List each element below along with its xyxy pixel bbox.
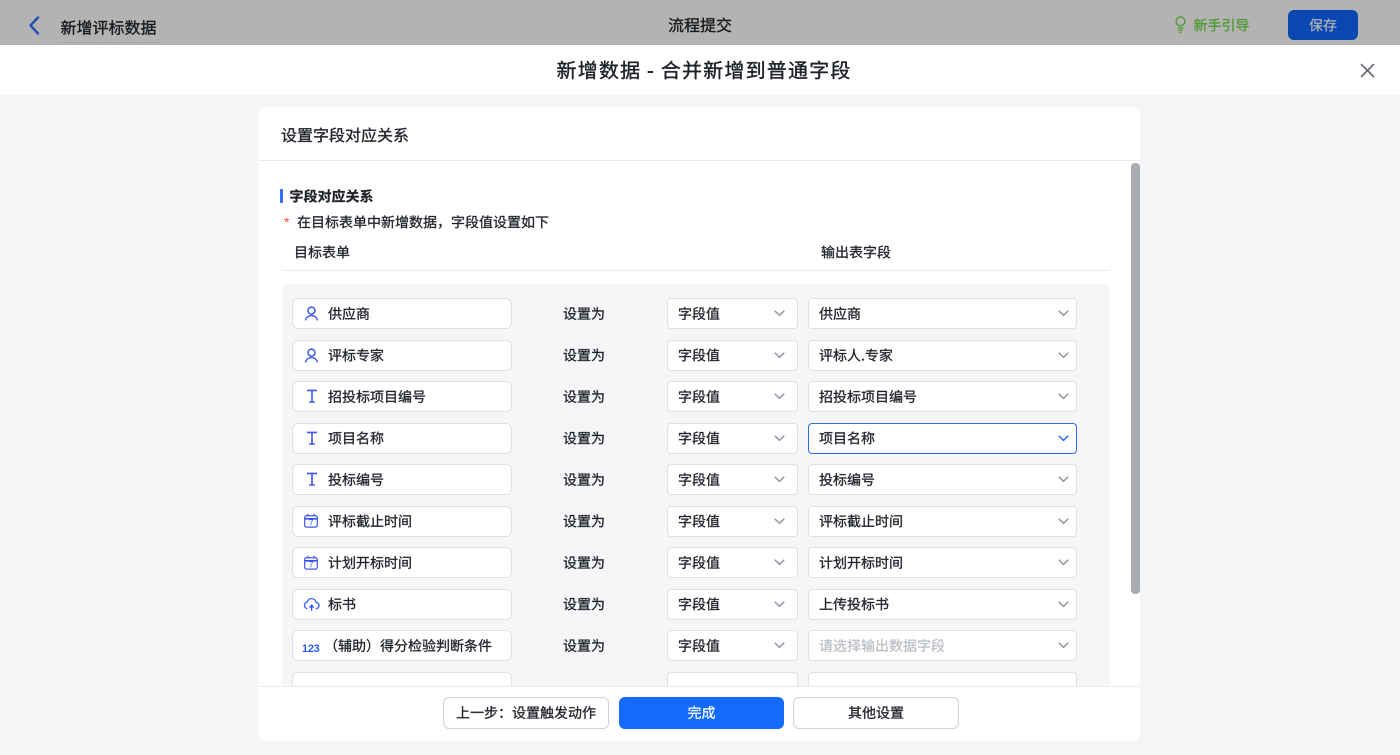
svg-text:7: 7 [309, 518, 314, 527]
svg-text:7: 7 [309, 560, 314, 569]
